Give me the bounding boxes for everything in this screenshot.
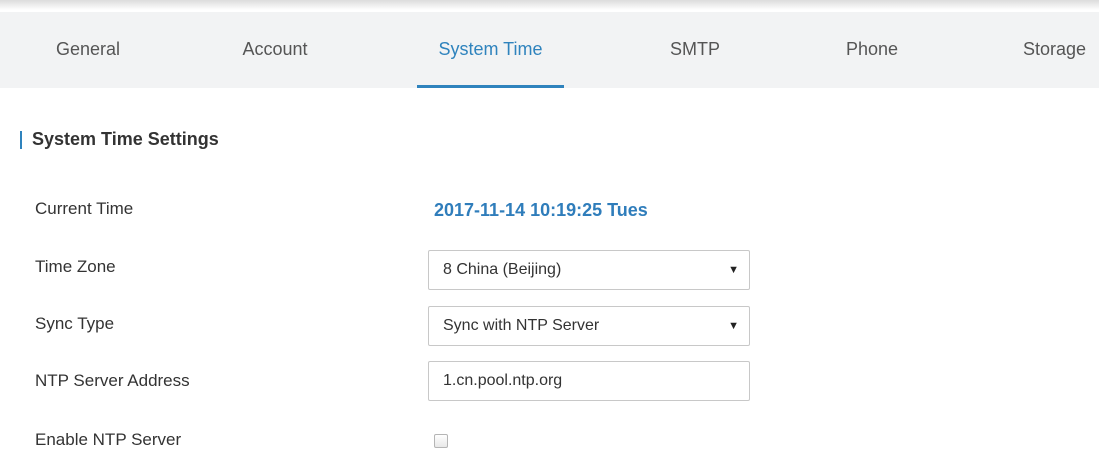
tab-account[interactable]: Account bbox=[225, 12, 325, 88]
tab-general[interactable]: General bbox=[44, 12, 132, 88]
sync-type-selected-value: Sync with NTP Server bbox=[443, 317, 600, 334]
enable-ntp-server-checkbox[interactable] bbox=[434, 434, 448, 448]
top-shadow bbox=[0, 0, 1099, 10]
time-zone-label: Time Zone bbox=[35, 257, 116, 276]
sync-type-select[interactable]: Sync with NTP Server ▼ bbox=[428, 306, 750, 346]
settings-tabbar: General Account System Time SMTP Phone S… bbox=[0, 12, 1099, 88]
section-title: System Time Settings bbox=[32, 129, 219, 149]
ntp-server-address-input[interactable] bbox=[428, 361, 750, 401]
time-zone-select[interactable]: 8 China (Beijing) ▼ bbox=[428, 250, 750, 290]
system-settings-page: General Account System Time SMTP Phone S… bbox=[0, 0, 1099, 457]
section-marker bbox=[20, 131, 22, 149]
enable-ntp-server-label: Enable NTP Server bbox=[35, 430, 182, 449]
current-time-label: Current Time bbox=[35, 199, 134, 218]
tab-phone[interactable]: Phone bbox=[834, 12, 910, 88]
active-tab-indicator bbox=[417, 85, 564, 88]
tab-storage[interactable]: Storage bbox=[1010, 12, 1099, 88]
tab-system-time[interactable]: System Time bbox=[417, 12, 564, 88]
time-zone-selected-value: 8 China (Beijing) bbox=[443, 261, 562, 278]
sync-type-label: Sync Type bbox=[35, 314, 115, 333]
ntp-server-address-label: NTP Server Address bbox=[35, 371, 190, 390]
tab-smtp[interactable]: SMTP bbox=[655, 12, 735, 88]
triangle-down-icon: ▼ bbox=[728, 320, 739, 332]
current-time-value: 2017-11-14 10:19:25 Tues bbox=[434, 200, 648, 220]
triangle-down-icon: ▼ bbox=[728, 264, 739, 276]
